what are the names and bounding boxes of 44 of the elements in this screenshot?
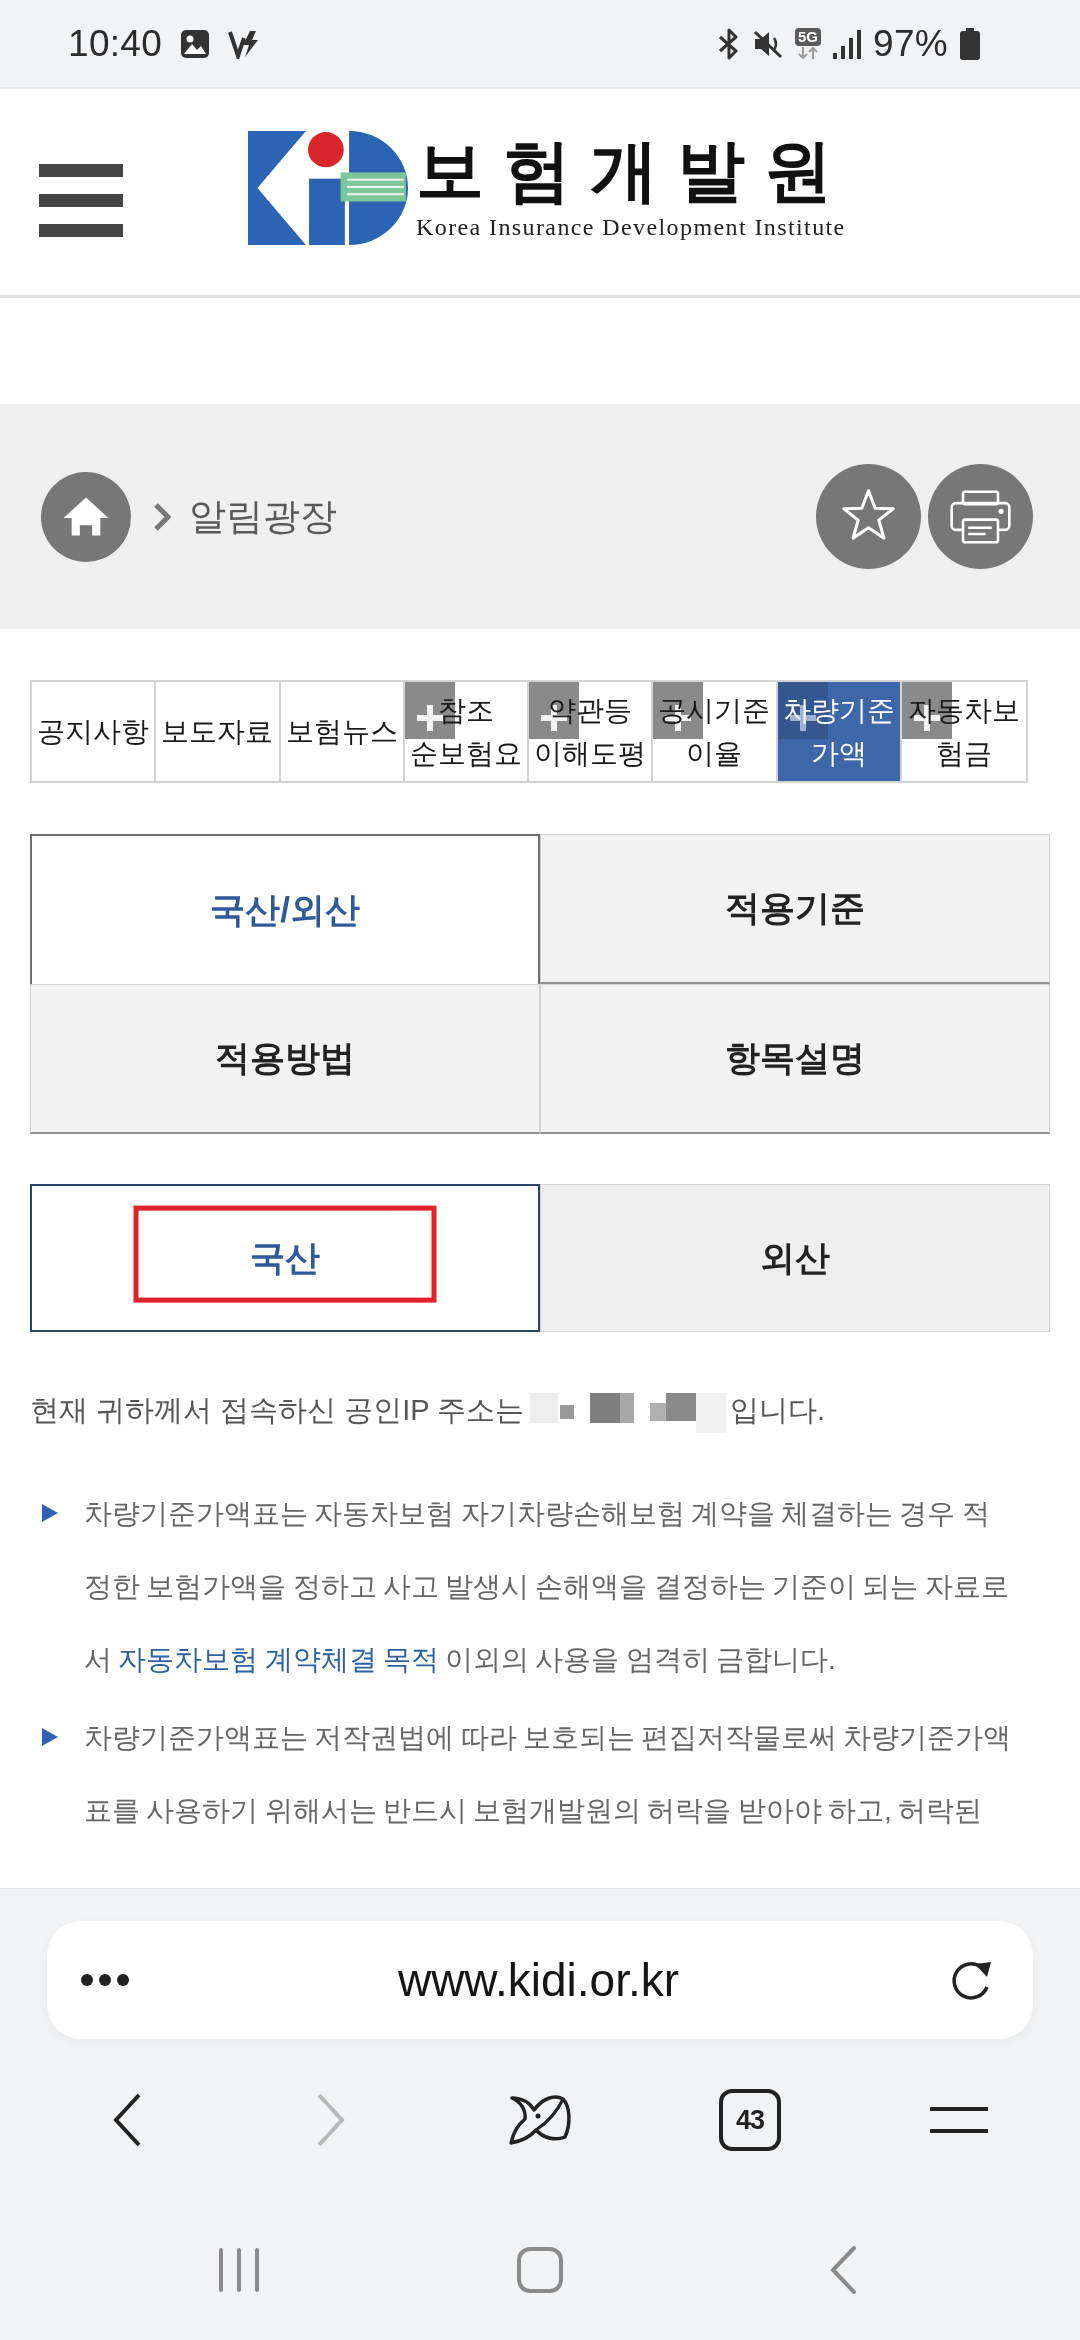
ip-notice-text: 현재 귀하께서 접속하신 공인IP 주소는 [30,1393,525,1428]
network-type-badge: 5G [795,27,822,47]
logo-icon [248,131,408,245]
bolt-icon [228,28,261,59]
print-icon[interactable] [928,464,1033,569]
address-bar[interactable]: www.kidi.or.kr [47,1921,1033,2039]
category-tab[interactable]: 공시기준이율 [653,682,778,781]
breadcrumb-current: 알림광장 [189,494,337,539]
recent-apps-icon[interactable] [218,2248,260,2292]
menu-icon[interactable] [39,163,123,237]
category-tab[interactable]: 차량기준가액 [777,682,902,781]
notice-text: 차량기준가액표는 저작권법에 따라 보호되는 편집저작물로써 차량기준가액표를 사용하기 위해서는 반드시 보험개발원의 허락을 받아야 하고, 허락된 [84,1721,1013,1828]
ip-notice-text: 입니다. [730,1393,826,1428]
home-icon[interactable] [41,471,131,562]
sound-muted-icon [753,28,783,59]
whale-icon[interactable] [508,2093,572,2147]
tab-count-button[interactable]: 43 [719,2089,781,2151]
category-tab[interactable]: 참조 순보험요 [404,682,529,781]
home-button-icon[interactable] [517,2247,563,2293]
battery-percent: 97% [873,25,948,62]
category-tab[interactable]: 약관등 이해도평 [529,682,654,781]
back-icon[interactable] [112,2093,142,2147]
signal-icon [833,28,862,59]
more-icon[interactable] [80,1973,130,1987]
notice-text: 차량기준가액표는 자동차보험 자기차량손해보험 계약을 체결하는 경우 적정한 보험가액을 정하고 사고 발생시 손해액을 결정하는 기준이 되는 자료로서 자동차보험 계약체결 목적 이외의 사용을 엄격히 금합니다. [84,1497,1010,1677]
url-text: www.kidi.or.kr [397,1953,680,2007]
data-arrows-icon [796,47,820,60]
image-icon [180,28,211,59]
triangle-bullet-icon [42,1728,58,1746]
battery-icon [960,27,980,60]
logo-title: 보험개발원 [416,135,851,204]
section-tab[interactable]: 적용방법 [30,984,540,1134]
notice-link[interactable]: 자동차보험 계약체결 목적 [118,1644,439,1675]
nav-back-icon[interactable] [829,2246,857,2294]
chevron-icon [153,502,171,531]
section-tab[interactable]: 항목설명 [540,984,1050,1134]
section-tab[interactable]: 적용기준 [540,834,1050,984]
section-tab[interactable]: 국산/외산 [30,834,540,984]
status-time: 10:40 [68,25,163,62]
logo-subtitle: Korea Insurance Development Institute [416,213,847,241]
origin-tab[interactable]: 국산 [30,1184,540,1332]
menu-icon[interactable] [930,2106,988,2134]
triangle-bullet-icon [42,1504,58,1522]
origin-tab[interactable]: 외산 [540,1184,1050,1332]
